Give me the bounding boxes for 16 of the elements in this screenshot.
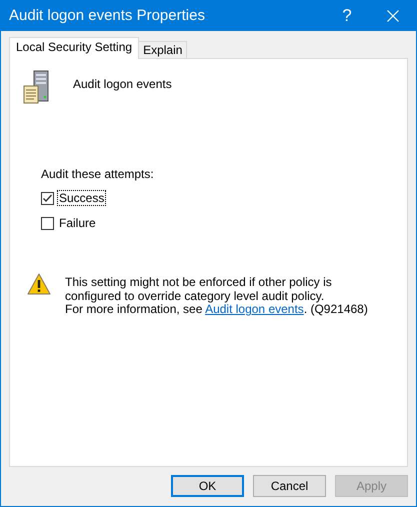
checkbox[interactable] [41, 216, 54, 230]
help-button[interactable]: ? [324, 0, 370, 31]
policy-name: Audit logon events [73, 76, 172, 91]
dialog-button[interactable]: Cancel [253, 475, 326, 497]
window-title: Audit logon events Properties [8, 7, 206, 24]
help-link[interactable]: Audit logon events [205, 302, 304, 316]
attempts-label: Audit these attempts: [41, 167, 155, 181]
warning-message: This setting might not be enforced if other policy is configured to override category level audit policy. For more information, see Audit logon events. (Q921468) [65, 274, 369, 316]
close-icon [387, 10, 399, 22]
tab[interactable]: Explain [138, 41, 188, 58]
tab[interactable]: Local Security Setting [9, 37, 140, 59]
warning-icon [27, 273, 51, 295]
dialog-button[interactable]: OK [171, 475, 244, 497]
checkbox[interactable] [41, 192, 54, 204]
checkbox-label[interactable]: Success [57, 190, 106, 206]
checkbox-label[interactable]: Failure [57, 215, 98, 231]
